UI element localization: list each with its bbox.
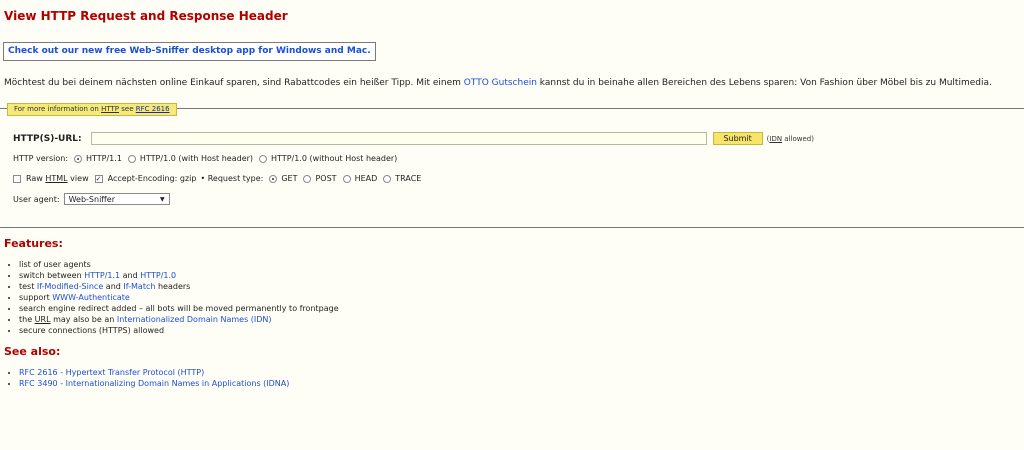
feature-text: may also be an bbox=[50, 315, 117, 324]
list-item: switch between HTTP/1.1 and HTTP/1.0 bbox=[19, 270, 339, 281]
if-match-link[interactable]: If-Match bbox=[123, 282, 155, 291]
divider-bottom bbox=[0, 227, 1024, 228]
list-item: test If-Modified-Since and If-Match head… bbox=[19, 281, 339, 292]
request-type-post-radio[interactable] bbox=[303, 174, 312, 183]
http-1-0-link[interactable]: HTTP/1.0 bbox=[140, 271, 176, 280]
list-item: the URL may also be an Internationalized… bbox=[19, 314, 339, 325]
ad-text-after: kannst du in beinahe allen Bereichen des… bbox=[536, 78, 992, 88]
http-version-1-0-nohost-radio[interactable] bbox=[259, 154, 268, 163]
request-type-trace-label[interactable]: TRACE bbox=[395, 174, 421, 183]
chevron-down-icon: ▼ bbox=[159, 195, 165, 203]
info-tab-prefix: For more information on bbox=[14, 105, 102, 113]
http-version-label: HTTP version: bbox=[13, 154, 69, 163]
request-type-trace-radio[interactable] bbox=[383, 174, 392, 183]
url-input[interactable] bbox=[90, 132, 707, 145]
user-agent-label: User agent: bbox=[13, 194, 60, 204]
html-abbr: HTML bbox=[45, 174, 68, 183]
raw-html-checkbox[interactable] bbox=[13, 174, 21, 183]
user-agent-row: User agent: Web-Sniffer ▼ bbox=[13, 193, 170, 205]
request-type-get-radio[interactable] bbox=[269, 174, 278, 183]
raw-html-pre: Raw bbox=[26, 174, 46, 183]
http-version-1-1-label[interactable]: HTTP/1.1 bbox=[86, 154, 122, 163]
feature-text: test bbox=[19, 282, 37, 291]
request-type-get-label[interactable]: GET bbox=[281, 174, 297, 183]
feature-text: switch between bbox=[19, 271, 85, 280]
info-tab-mid: see bbox=[119, 105, 136, 113]
www-authenticate-link[interactable]: WWW-Authenticate bbox=[52, 293, 130, 302]
raw-html-post: view bbox=[67, 174, 89, 183]
idn-abbr: IDN bbox=[769, 134, 783, 143]
idn-note-rest: allowed) bbox=[782, 134, 814, 143]
see-also-list: RFC 2616 - Hypertext Transfer Protocol (… bbox=[7, 367, 289, 389]
desktop-app-promo-link[interactable]: Check out our new free Web-Sniffer deskt… bbox=[3, 42, 376, 61]
http-version-row: HTTP version: HTTP/1.1 HTTP/1.0 (with Ho… bbox=[13, 154, 397, 163]
rfc-3490-see-also-link[interactable]: RFC 3490 - Internationalizing Domain Nam… bbox=[19, 379, 289, 388]
feature-text: headers bbox=[155, 282, 191, 291]
feature-text: and bbox=[120, 271, 141, 280]
options-row: Raw HTML view ✓ Accept-Encoding: gzip • … bbox=[13, 174, 421, 183]
ad-text: Möchtest du bei deinem nächsten online E… bbox=[4, 78, 992, 88]
page-title: View HTTP Request and Response Header bbox=[4, 9, 288, 23]
feature-text: the bbox=[19, 315, 35, 324]
http-version-1-0-nohost-label[interactable]: HTTP/1.0 (without Host header) bbox=[271, 154, 397, 163]
url-abbr: URL bbox=[34, 315, 51, 324]
otto-gutschein-link[interactable]: OTTO Gutschein bbox=[464, 78, 537, 88]
list-item: search engine redirect added – all bots … bbox=[19, 303, 339, 314]
rfc-2616-see-also-link[interactable]: RFC 2616 - Hypertext Transfer Protocol (… bbox=[19, 368, 204, 377]
features-heading: Features: bbox=[4, 237, 63, 250]
user-agent-value: Web-Sniffer bbox=[68, 194, 116, 204]
request-type-post-label[interactable]: POST bbox=[315, 174, 336, 183]
list-item: secure connections (HTTPS) allowed bbox=[19, 325, 339, 336]
request-type-head-radio[interactable] bbox=[342, 174, 351, 183]
feature-text: and bbox=[103, 282, 124, 291]
features-list: list of user agents switch between HTTP/… bbox=[7, 259, 339, 336]
list-item: support WWW-Authenticate bbox=[19, 292, 339, 303]
info-tab: For more information on HTTP see RFC 261… bbox=[7, 103, 177, 116]
url-label: HTTP(S)-URL: bbox=[13, 133, 82, 144]
user-agent-select[interactable]: Web-Sniffer ▼ bbox=[63, 193, 170, 205]
rfc-2616-link[interactable]: RFC 2616 bbox=[136, 105, 170, 113]
see-also-heading: See also: bbox=[4, 345, 61, 358]
request-type-label: • Request type: bbox=[200, 174, 264, 183]
request-type-head-label[interactable]: HEAD bbox=[355, 174, 378, 183]
idn-note: (IDN allowed) bbox=[767, 135, 814, 143]
if-modified-since-link[interactable]: If-Modified-Since bbox=[37, 282, 103, 291]
ad-text-before: Möchtest du bei deinem nächsten online E… bbox=[4, 78, 464, 88]
accept-encoding-label[interactable]: Accept-Encoding: gzip bbox=[108, 174, 197, 183]
list-item: list of user agents bbox=[19, 259, 339, 270]
request-form: HTTP(S)-URL: Submit (IDN allowed) HTTP v… bbox=[0, 109, 1024, 227]
feature-text: support bbox=[19, 293, 53, 302]
list-item: RFC 2616 - Hypertext Transfer Protocol (… bbox=[19, 367, 289, 378]
list-item: RFC 3490 - Internationalizing Domain Nam… bbox=[19, 378, 289, 389]
idn-link[interactable]: Internationalized Domain Names (IDN) bbox=[117, 315, 272, 324]
http-version-1-1-radio[interactable] bbox=[74, 154, 83, 163]
submit-button[interactable]: Submit bbox=[712, 132, 763, 145]
http-version-1-0-host-radio[interactable] bbox=[127, 154, 136, 163]
accept-encoding-checkbox[interactable]: ✓ bbox=[94, 174, 103, 183]
url-row: HTTP(S)-URL: Submit (IDN allowed) bbox=[13, 132, 814, 145]
http-1-1-link[interactable]: HTTP/1.1 bbox=[84, 271, 120, 280]
raw-html-label[interactable]: Raw HTML view bbox=[26, 174, 89, 183]
http-abbr: HTTP bbox=[101, 105, 120, 113]
http-version-1-0-host-label[interactable]: HTTP/1.0 (with Host header) bbox=[140, 154, 253, 163]
